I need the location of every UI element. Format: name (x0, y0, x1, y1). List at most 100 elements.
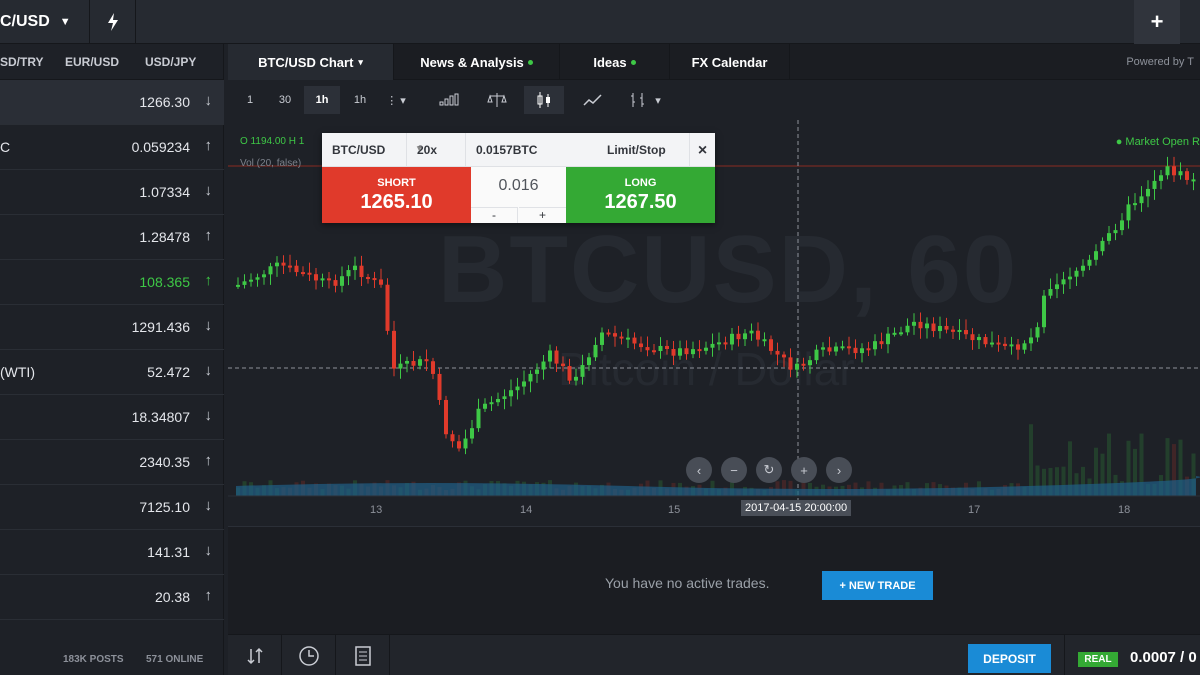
candle-body (528, 373, 533, 382)
candle-body (619, 336, 624, 339)
watchlist-tab[interactable]: EUR/USD (65, 55, 119, 69)
candle-body (879, 341, 884, 345)
direction-icon: ↓ (204, 92, 213, 109)
sort-icon[interactable] (228, 635, 282, 675)
candle-body (301, 272, 305, 275)
pair-selector[interactable]: C/USD ▼ (0, 0, 90, 44)
order-type-select[interactable]: Limit/Stop (607, 143, 666, 157)
interval-button[interactable]: 30 (270, 86, 300, 114)
interval-button-active[interactable]: 1h (304, 86, 340, 114)
watchlist-panel: SD/TRY EUR/USD USD/JPY 1266.30 ↓ C 0.059234… (0, 44, 224, 675)
candle-body (886, 333, 890, 345)
long-button[interactable]: LONG 1267.50 (566, 167, 715, 223)
trade-widget-header: BTC/USD 20x ▾ 0.0157BTC Limit/Stop × (322, 133, 715, 167)
account-mode-badge[interactable]: REAL (1078, 652, 1118, 667)
candle-body (502, 396, 507, 400)
increase-button[interactable]: + (519, 207, 566, 223)
watchlist-row[interactable]: C 0.059234 ↑ (0, 125, 224, 170)
chart-tabs: BTC/USD Chart ▾ News & Analysis Ideas FX… (228, 44, 1200, 80)
watchlist-row[interactable]: 1.07334 ↓ (0, 170, 224, 215)
candle-body (866, 348, 871, 351)
long-price: 1267.50 (604, 191, 677, 213)
candle-body (684, 348, 689, 355)
tab-ideas[interactable]: Ideas (560, 44, 670, 80)
x-tick: 18 (1118, 504, 1131, 516)
tab-news[interactable]: News & Analysis (394, 44, 560, 80)
candle-body (483, 403, 487, 409)
watchlist-tab[interactable]: USD/JPY (145, 55, 196, 69)
watchlist-tab[interactable]: SD/TRY (0, 55, 44, 69)
tab-calendar[interactable]: FX Calendar (670, 44, 790, 80)
candle-body (1113, 230, 1118, 234)
candle-body (814, 349, 819, 361)
candle-body (977, 337, 981, 341)
candle-body (535, 369, 539, 374)
instrument-price: 7125.10 (139, 499, 190, 515)
short-button[interactable]: SHORT 1265.10 (322, 167, 471, 223)
watchlist-row[interactable]: 18.34807 ↓ (0, 395, 224, 440)
new-trade-button[interactable]: + NEW TRADE (822, 571, 933, 600)
watchlist-row[interactable]: 141.31 ↓ (0, 530, 224, 575)
bolt-icon[interactable] (90, 0, 136, 44)
more-intervals-icon[interactable]: ⋮ ▾ (380, 86, 412, 114)
tab-chart-label: BTC/USD Chart (258, 54, 354, 70)
document-icon[interactable] (336, 635, 390, 675)
candle-body (1009, 344, 1014, 347)
candle-body (808, 360, 812, 366)
candles-icon[interactable] (524, 86, 564, 114)
watchlist-row[interactable]: 7125.10 ↓ (0, 485, 224, 530)
chevron-down-icon: ▾ (417, 143, 422, 153)
candle-body (730, 333, 734, 345)
zoom-in-icon[interactable]: + (791, 457, 817, 483)
watchlist-row[interactable]: 20.38 ↑ (0, 575, 224, 620)
zoom-out-icon[interactable]: − (721, 457, 747, 483)
candle-body (554, 350, 559, 364)
indicators-icon[interactable] (434, 86, 464, 114)
decrease-button[interactable]: - (471, 207, 518, 223)
candle-body (327, 278, 331, 281)
powered-by: Powered by T (1126, 56, 1194, 68)
community-stats: 183K POSTS 571 ONLINE (0, 642, 224, 675)
candle-body (600, 332, 604, 345)
scroll-right-icon[interactable]: › (826, 457, 852, 483)
add-button[interactable]: + (1134, 0, 1180, 44)
compare-icon[interactable] (482, 86, 512, 114)
reset-icon[interactable]: ↻ (756, 457, 782, 483)
watchlist-row[interactable]: 1266.30 ↓ (0, 80, 224, 125)
interval-button[interactable]: 1 (238, 86, 262, 114)
candle-body (905, 325, 910, 333)
candle-body (1139, 196, 1144, 204)
candle-body (853, 347, 858, 354)
amount-input[interactable]: 0.016 (471, 177, 566, 195)
online-count: 571 ONLINE (146, 654, 204, 665)
candle-body (788, 357, 793, 370)
direction-icon: ↑ (204, 137, 213, 154)
watchlist-row[interactable]: 108.365 ↑ (0, 260, 224, 305)
candle-body (762, 339, 767, 342)
short-price: 1265.10 (360, 191, 433, 213)
watchlist-row[interactable]: 2340.35 ↑ (0, 440, 224, 485)
direction-icon: ↓ (204, 317, 213, 334)
interval-button[interactable]: 1h (346, 86, 374, 114)
candle-body (1185, 171, 1189, 180)
market-status: ● Market Open R (1115, 136, 1200, 148)
candle-body (1094, 251, 1098, 260)
tab-chart[interactable]: BTC/USD Chart ▾ (228, 44, 394, 80)
watchlist-row[interactable]: 1291.436 ↓ (0, 305, 224, 350)
candle-body (1159, 175, 1163, 181)
drawing-tools-icon[interactable]: ▾ (620, 86, 670, 114)
deposit-button[interactable]: DEPOSIT (968, 644, 1051, 673)
watchlist-row[interactable]: 1.28478 ↑ (0, 215, 224, 260)
candle-body (795, 363, 799, 370)
leverage-select[interactable]: 20x ▾ (406, 133, 466, 167)
candle-body (418, 359, 422, 366)
footer-bar: DEPOSIT REAL 0.0007 / 0 (228, 634, 1200, 675)
watchlist-row[interactable]: (WTI) 52.472 ↓ (0, 350, 224, 395)
area-chart-icon[interactable] (578, 86, 608, 114)
history-icon[interactable] (282, 635, 336, 675)
x-tick: 13 (370, 504, 383, 516)
candle-body (1165, 166, 1170, 176)
scroll-left-icon[interactable]: ‹ (686, 457, 712, 483)
close-icon[interactable]: × (689, 133, 715, 167)
instrument-price: 1291.436 (131, 319, 190, 335)
